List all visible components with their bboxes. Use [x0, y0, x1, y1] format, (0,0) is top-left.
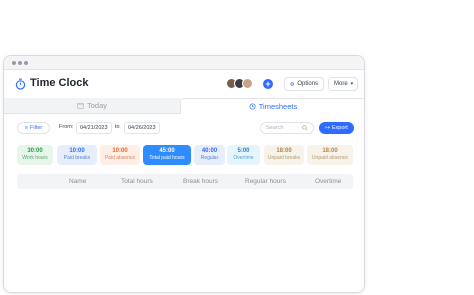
search-input[interactable]: Search [260, 122, 314, 134]
tab-timesheets[interactable]: Timesheets [180, 98, 364, 114]
export-icon: ↦ [325, 125, 330, 131]
more-button[interactable]: More ▾ [328, 77, 358, 91]
history-icon [249, 103, 256, 110]
tab-bar: Today Timesheets [4, 98, 364, 114]
options-label: Options [297, 81, 318, 87]
gear-icon [290, 82, 294, 86]
tab-timesheets-label: Timesheets [258, 102, 298, 111]
from-label: From: [59, 124, 74, 130]
stat-label: Total paid hours [149, 155, 185, 161]
stat-value: 40:00 [201, 148, 218, 154]
stat-label: Unpaid absence [311, 155, 349, 161]
from-date-value: 04/21/2023 [80, 125, 108, 131]
to-date-value: 04/26/2023 [128, 125, 156, 131]
options-button[interactable]: Options [284, 77, 324, 91]
to-date-input[interactable]: 04/26/2023 [124, 122, 160, 134]
stat-paid-breaks[interactable]: 10:00 Paid breaks [57, 145, 97, 165]
table-header: Name Total hours Break hours Regular hou… [17, 174, 353, 189]
column-header-regular-hours[interactable]: Regular hours [245, 178, 286, 185]
from-date-input[interactable]: 04/21/2023 [76, 122, 112, 134]
filter-button[interactable]: ≡ Filter [17, 122, 50, 134]
stat-label: Overtime [233, 155, 254, 161]
column-header-name[interactable]: Name [69, 178, 86, 185]
stat-label: Regular [200, 155, 219, 161]
stat-unpaid-breaks[interactable]: 18:00 Unpaid breaks [264, 145, 304, 165]
column-header-break-hours[interactable]: Break hours [183, 178, 218, 185]
calendar-icon [77, 103, 84, 109]
avatar-group[interactable] [226, 78, 253, 89]
stat-value: 10:00 [69, 148, 85, 154]
column-header-total-hours[interactable]: Total hours [121, 178, 153, 185]
stat-value: 5:00 [237, 148, 250, 154]
search-placeholder: Search [266, 125, 284, 131]
stat-value: 10:00 [112, 148, 128, 154]
add-user-button[interactable]: + [263, 79, 273, 89]
filter-label: Filter [29, 125, 43, 131]
export-button[interactable]: ↦ Export [319, 122, 354, 134]
column-header-overtime[interactable]: Overtime [315, 178, 341, 185]
chevron-down-icon: ▾ [350, 81, 354, 87]
stat-overtime[interactable]: 5:00 Overtime [227, 145, 260, 165]
app-header: Time Clock + Options More ▾ [4, 70, 364, 98]
window-titlebar [4, 56, 364, 70]
stat-label: Paid absence [104, 155, 136, 161]
stat-work-hours[interactable]: 30:00 Work hours [17, 145, 53, 165]
export-label: Export [331, 125, 348, 131]
window-dot-icon [12, 61, 16, 65]
stat-label: Work hours [22, 155, 48, 161]
stat-label: Paid breaks [63, 155, 91, 161]
more-label: More [334, 81, 348, 87]
stat-label: Unpaid breaks [267, 155, 301, 161]
tab-today[interactable]: Today [4, 98, 180, 114]
stat-regular[interactable]: 40:00 Regular [194, 145, 225, 165]
page-title: Time Clock [30, 77, 89, 89]
window-dot-icon [24, 61, 28, 65]
stat-value: 45:00 [159, 148, 175, 154]
stat-unpaid-absence[interactable]: 18:00 Unpaid absence [307, 145, 353, 165]
stat-value: 18:00 [322, 148, 338, 154]
stopwatch-icon [15, 78, 26, 90]
stat-value: 18:00 [276, 148, 292, 154]
avatar[interactable] [242, 78, 253, 89]
stat-value: 30:00 [27, 148, 43, 154]
stat-paid-absence[interactable]: 10:00 Paid absence [100, 145, 140, 165]
to-label: to [115, 124, 120, 130]
filter-bar: ≡ Filter From: 04/21/2023 to 04/26/2023 … [4, 121, 364, 137]
app-window: Time Clock + Options More ▾ Today Timesh… [3, 55, 365, 293]
window-dot-icon [18, 61, 22, 65]
search-icon [302, 125, 308, 131]
filter-icon: ≡ [24, 125, 28, 131]
tab-today-label: Today [86, 101, 107, 110]
stat-total-paid-hours[interactable]: 45:00 Total paid hours [143, 145, 191, 165]
